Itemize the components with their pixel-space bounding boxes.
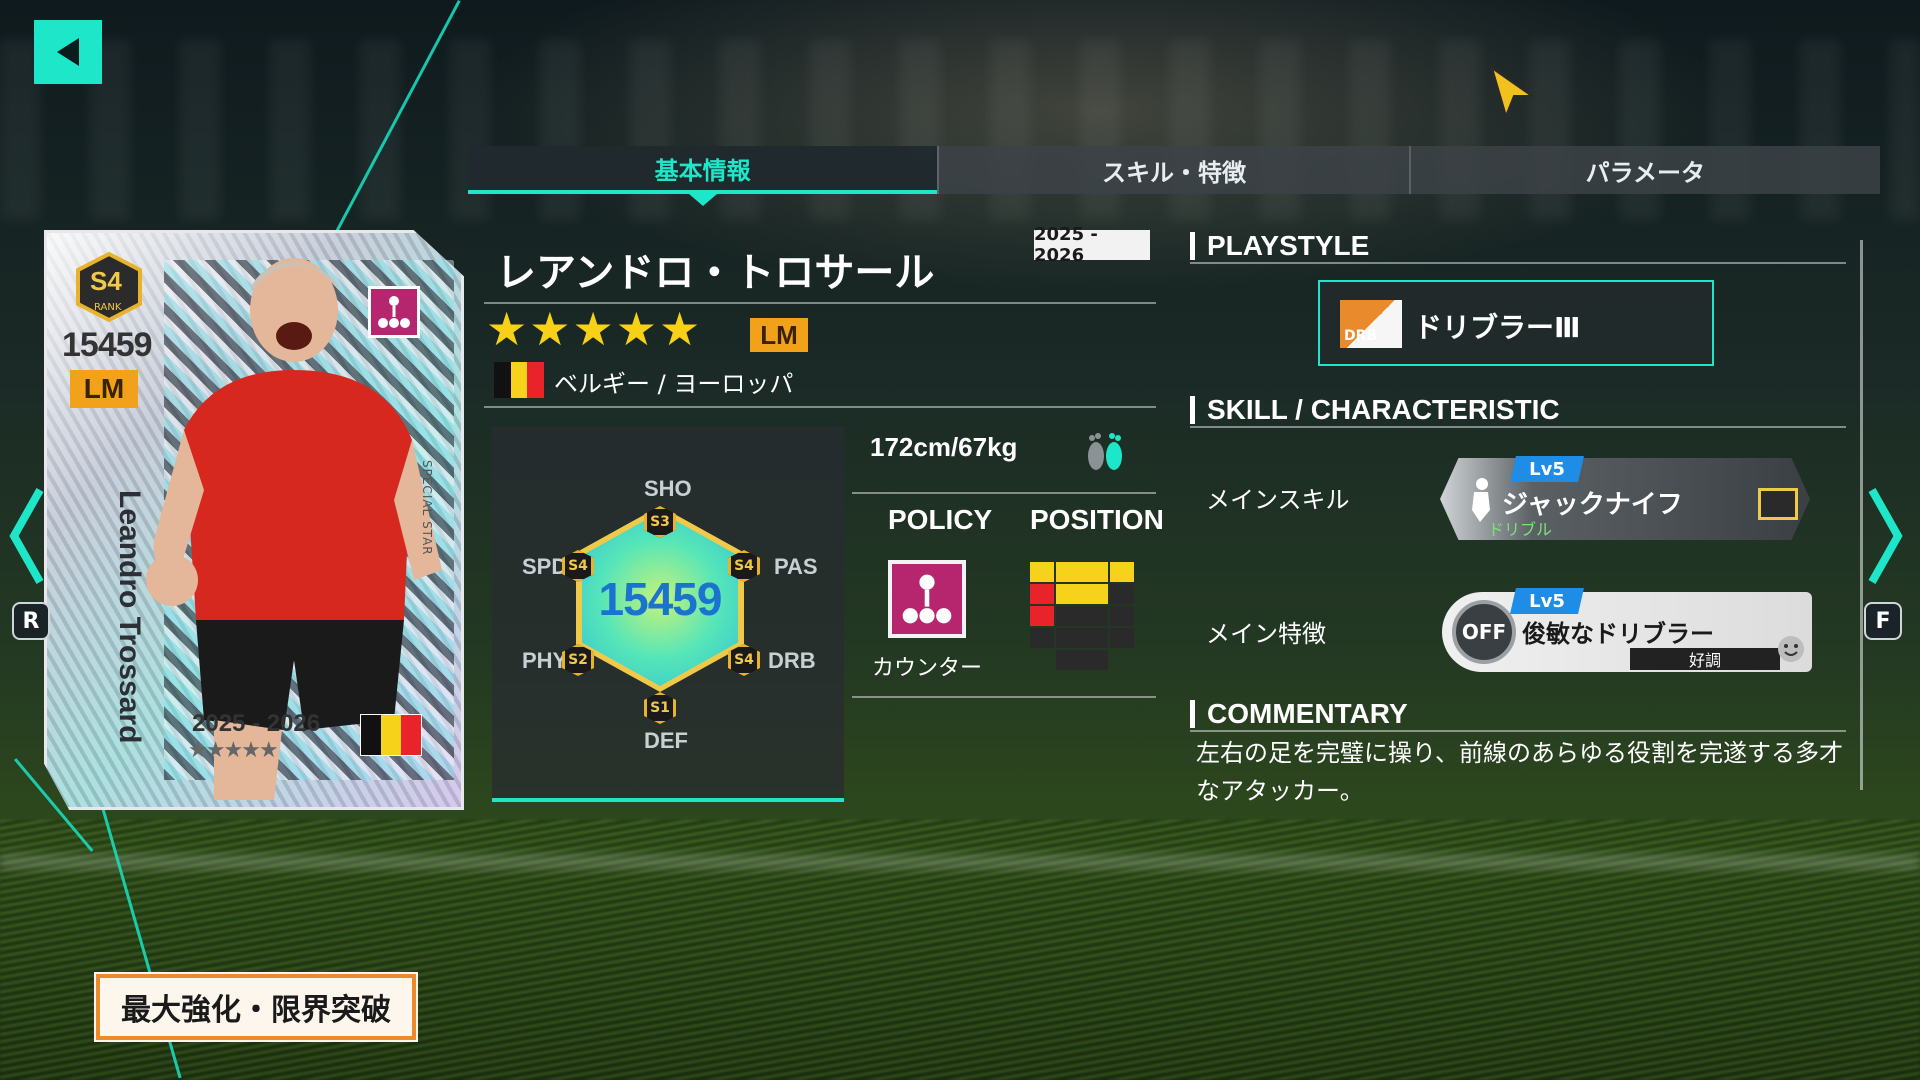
position-cell [1110, 606, 1134, 626]
stat-label-phy: PHY [522, 648, 568, 673]
position-cell [1056, 628, 1108, 648]
policy-counter-icon [888, 560, 966, 638]
divider [1190, 426, 1846, 428]
trait-condition: 好調 [1630, 648, 1780, 670]
card-flag-icon [360, 714, 422, 756]
position-cell [1110, 628, 1134, 648]
footedness-icon [1088, 433, 1122, 470]
card-position-badge: LM [70, 370, 138, 408]
divider [852, 696, 1156, 698]
policy-value: カウンター [872, 656, 983, 681]
position-cell [1056, 562, 1108, 582]
main-trait-label: メイン特徴 [1206, 620, 1326, 648]
position-cell [1030, 628, 1054, 648]
tab-basic-info[interactable]: 基本情報 [468, 146, 938, 206]
player-card[interactable]: S4 RANK 15459 LM Leandro Trossard SPECIA… [44, 230, 464, 810]
card-special-tag: SPECIAL STAR [420, 460, 434, 556]
card-rank-sub: RANK [94, 302, 122, 313]
card-rank-text: S4 [90, 266, 122, 296]
max-enhance-button[interactable]: 最大強化・限界突破 [94, 972, 418, 1042]
divider [852, 492, 1156, 494]
position-cell [1030, 606, 1054, 626]
stats-hexagon-panel: 15459 SHO S3 PAS S4 DRB S4 DEF S1 PHY S2… [492, 426, 844, 802]
stat-label-pas: PAS [774, 554, 818, 579]
playstyle-card[interactable]: DRB ドリブラーⅢ [1318, 280, 1714, 366]
playstyle-tag: DRB [1344, 328, 1378, 344]
position-map [1030, 562, 1136, 670]
position-cell [1056, 606, 1108, 626]
card-player-name: Leandro Trossard [113, 490, 146, 744]
skill-goal-icon [1758, 488, 1798, 520]
stat-label-def: DEF [644, 728, 688, 753]
position-badge: LM [750, 318, 808, 352]
position-cell [1030, 584, 1054, 604]
height-weight: 172cm/67kg [870, 432, 1018, 462]
back-button[interactable] [34, 20, 102, 84]
divider [1190, 262, 1846, 264]
position-cell [1056, 584, 1108, 604]
position-cell [1030, 562, 1054, 582]
section-title-commentary: COMMENTARY [1190, 700, 1408, 728]
next-player-arrow-icon[interactable] [1868, 486, 1904, 586]
prev-key-hint[interactable]: R [12, 602, 50, 640]
stat-label-drb: DRB [768, 648, 816, 673]
previous-player-arrow-icon[interactable] [8, 486, 44, 586]
nation-flag-icon [494, 362, 545, 398]
main-skill-category: ドリブル [1488, 520, 1553, 539]
tab-bar: 基本情報 スキル・特徴 パラメータ [468, 146, 1880, 206]
divider [484, 406, 1156, 408]
back-arrow-icon [57, 38, 79, 66]
smiley-face-icon [1778, 636, 1804, 662]
divider [1190, 730, 1846, 732]
season-badge: 2025 - 2026 [1034, 224, 1150, 266]
dribbler-icon: DRB [1340, 300, 1402, 348]
card-rating: 15459 [62, 326, 153, 364]
section-title-skill: SKILL / CHARACTERISTIC [1190, 396, 1560, 424]
card-stars: ★★★★★ [188, 738, 279, 763]
stat-label-sho: SHO [644, 476, 692, 501]
overall-rating: 15459 [598, 573, 723, 625]
next-key-hint[interactable]: F [1864, 602, 1902, 640]
card-policy-icon [368, 286, 420, 338]
position-header: POSITION [1030, 504, 1164, 535]
tab-skills-traits[interactable]: スキル・特徴 [937, 146, 1408, 194]
commentary-text: 左右の足を完璧に操り、前線のあらゆる役割を完遂する多才なアタッカー。 [1196, 739, 1844, 805]
player-name: レアンドロ・トロサール [496, 250, 935, 296]
main-skill-level: Lv5 [1510, 456, 1584, 482]
policy-header: POLICY [888, 504, 993, 535]
main-trait-level: Lv5 [1510, 588, 1584, 614]
main-skill-label: メインスキル [1206, 486, 1350, 514]
cursor-pointer-icon [1490, 66, 1536, 120]
position-cell [1110, 562, 1134, 582]
position-cell [1056, 650, 1108, 670]
playstyle-name: ドリブラーⅢ [1414, 311, 1581, 344]
nationality: ベルギー / ヨーロッパ [554, 370, 794, 398]
stat-label-spd: SPD [522, 554, 568, 579]
scrollbar[interactable] [1860, 240, 1863, 790]
player-rarity-stars: ★★★★★ [486, 302, 703, 356]
trait-off-badge: OFF [1452, 600, 1516, 664]
stat-rank-def: S1 [644, 692, 676, 724]
position-cell [1110, 584, 1134, 604]
section-title-playstyle: PLAYSTYLE [1190, 232, 1369, 260]
card-season: 2025 - 2026 [192, 710, 321, 737]
main-trait-name: 俊敏なドリブラー [1522, 620, 1714, 648]
tab-parameters[interactable]: パラメータ [1408, 146, 1880, 194]
background-pitch-line [0, 855, 1920, 869]
